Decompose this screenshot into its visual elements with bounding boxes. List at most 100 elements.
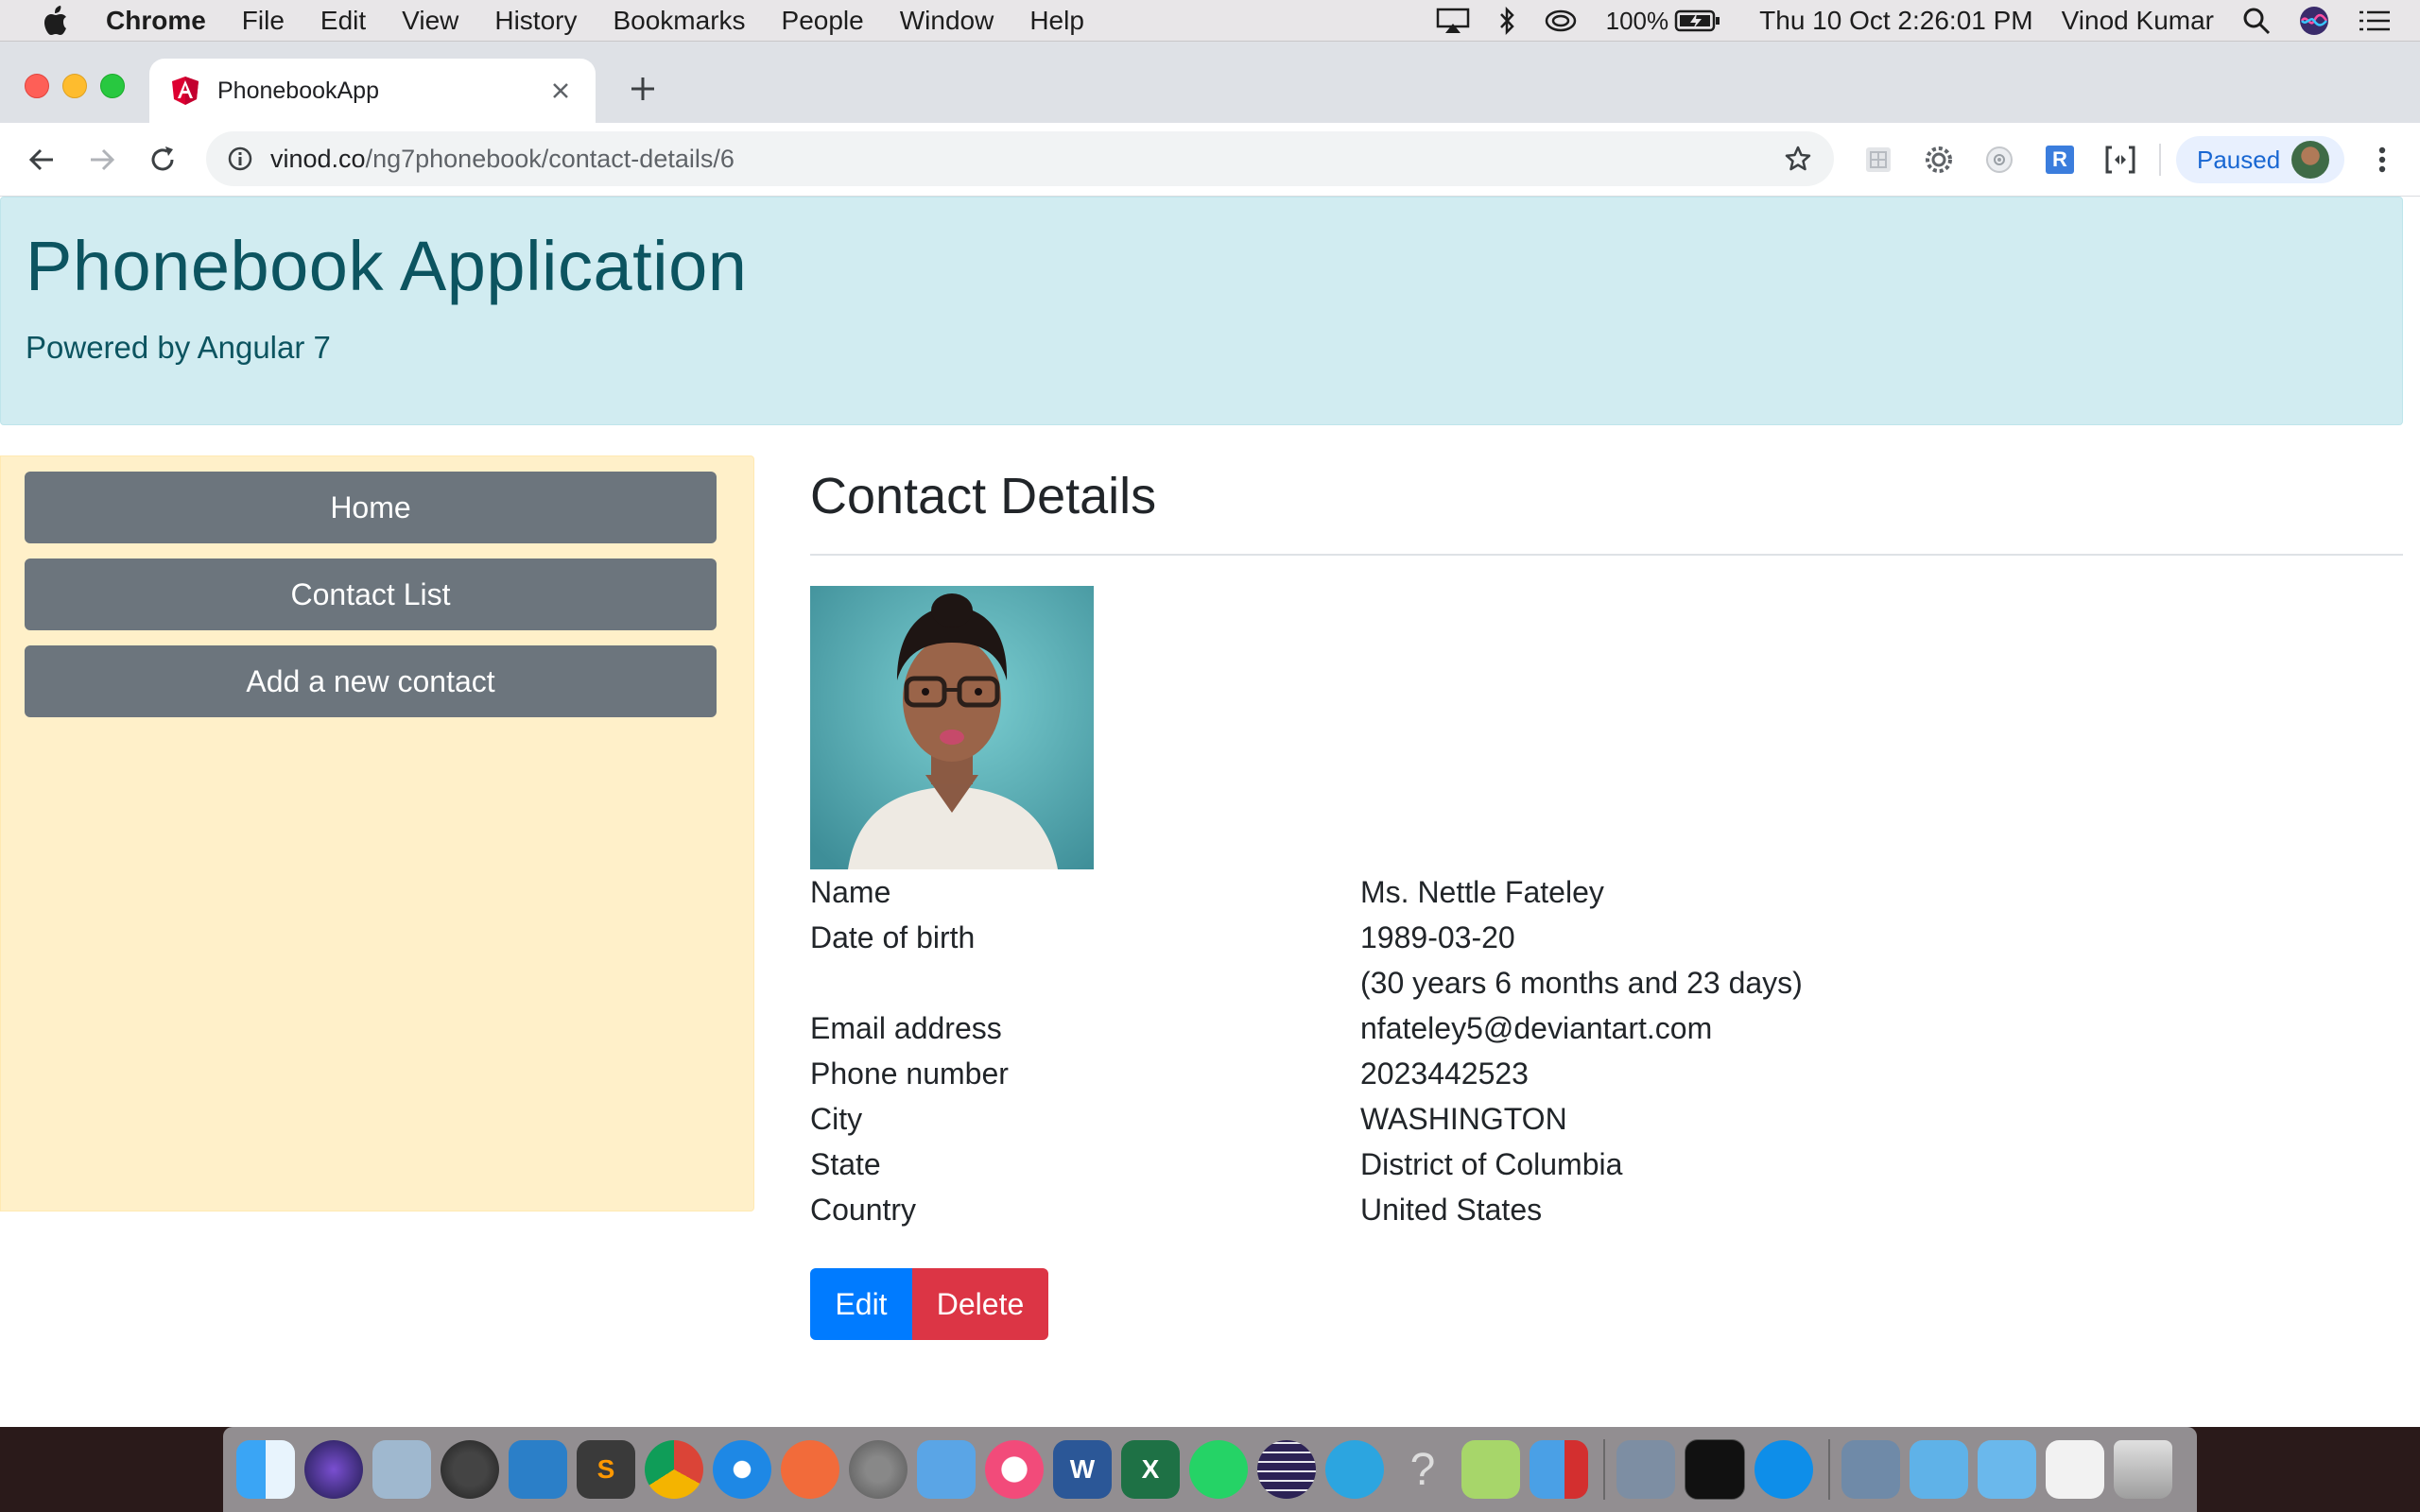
bookmark-star-icon[interactable]	[1779, 145, 1817, 173]
field-value-email: nfateley5@deviantart.com	[1360, 1011, 1713, 1045]
parallels-icon[interactable]	[1530, 1440, 1588, 1499]
delete-button[interactable]: Delete	[912, 1268, 1048, 1340]
battery-icon[interactable]	[1674, 9, 1721, 33]
site-info-icon[interactable]	[225, 144, 255, 174]
teamviewer-icon[interactable]	[1754, 1440, 1813, 1499]
compass-icon[interactable]	[781, 1440, 839, 1499]
excel-icon[interactable]: X	[1121, 1440, 1180, 1499]
notification-center-icon[interactable]	[2358, 8, 2392, 34]
sublime-icon[interactable]: S	[577, 1440, 635, 1499]
sidebar-home-button[interactable]: Home	[25, 472, 717, 543]
address-bar[interactable]: vinod.co/ng7phonebook/contact-details/6	[206, 131, 1834, 186]
field-value-name: Ms. Nettle Fateley	[1360, 875, 1604, 909]
keynote-icon[interactable]	[917, 1440, 976, 1499]
macos-dock: S W X ?	[223, 1427, 2197, 1512]
menu-people[interactable]: People	[782, 6, 864, 36]
contact-photo	[810, 586, 1094, 869]
siri-icon[interactable]	[304, 1440, 363, 1499]
downloads-folder-icon[interactable]	[1910, 1440, 1968, 1499]
finder-icon[interactable]	[236, 1440, 295, 1499]
folder-icon[interactable]	[1841, 1440, 1900, 1499]
dock-separator-2	[1828, 1439, 1830, 1500]
extension-bracket-icon[interactable]	[2102, 142, 2138, 178]
tab-phonebookapp[interactable]: PhonebookApp	[149, 59, 596, 123]
extension-react-icon[interactable]	[1981, 142, 2017, 178]
url-path: /ng7phonebook/contact-details/6	[365, 144, 735, 173]
airplay-icon[interactable]	[1436, 8, 1470, 34]
menu-file[interactable]: File	[242, 6, 285, 36]
field-value-country: United States	[1360, 1193, 1543, 1227]
field-value-dob: 1989-03-20	[1360, 920, 1515, 954]
minimize-window-button[interactable]	[62, 74, 87, 98]
eclipse-icon[interactable]	[1257, 1440, 1316, 1499]
profile-paused-button[interactable]: Paused	[2176, 136, 2344, 183]
trash-icon[interactable]	[2114, 1440, 2172, 1499]
system-preferences-icon[interactable]	[849, 1440, 908, 1499]
field-value-state: District of Columbia	[1360, 1147, 1623, 1181]
itunes-icon[interactable]	[985, 1440, 1044, 1499]
preview-photos-icon[interactable]	[1616, 1440, 1675, 1499]
extension-grid-icon[interactable]	[1860, 142, 1896, 178]
heading-divider	[810, 554, 2403, 556]
dock-separator	[1603, 1439, 1605, 1500]
page-heading: Contact Details	[810, 468, 1157, 524]
extension-r-label: R	[2046, 146, 2074, 174]
field-label-email: Email address	[810, 1011, 1002, 1045]
back-button[interactable]	[21, 139, 62, 180]
sidebar-nav: Home Contact List Add a new contact	[0, 455, 754, 1211]
battery-percent: 100%	[1605, 6, 1669, 35]
sidebar-add-contact-button[interactable]: Add a new contact	[25, 645, 717, 717]
menu-help[interactable]: Help	[1029, 6, 1084, 36]
maximize-window-button[interactable]	[100, 74, 125, 98]
close-tab-icon[interactable]	[546, 77, 575, 105]
app-title: Phonebook Application	[26, 227, 748, 305]
field-label-city: City	[810, 1102, 863, 1136]
telegram-icon[interactable]	[1325, 1440, 1384, 1499]
bluetooth-icon[interactable]	[1498, 7, 1515, 35]
menu-window[interactable]: Window	[900, 6, 994, 36]
vscode-icon[interactable]	[509, 1440, 567, 1499]
new-tab-button[interactable]	[624, 70, 662, 108]
field-label-phone: Phone number	[810, 1057, 1009, 1091]
apple-menu-icon[interactable]	[36, 5, 74, 37]
menu-bookmarks[interactable]: Bookmarks	[613, 6, 745, 36]
close-window-button[interactable]	[25, 74, 49, 98]
menubar-clock[interactable]: Thu 10 Oct 2:26:01 PM	[1759, 6, 2033, 36]
menu-history[interactable]: History	[494, 6, 577, 36]
url-text[interactable]: vinod.co/ng7phonebook/contact-details/6	[270, 145, 1779, 174]
angular-favicon-icon	[170, 75, 200, 107]
menubar-status-area: 100% Thu 10 Oct 2:26:01 PM Vinod Kumar	[1436, 0, 2420, 42]
sidebar-contact-list-button[interactable]: Contact List	[25, 558, 717, 630]
field-label-dob: Date of birth	[810, 920, 976, 954]
safari-icon[interactable]	[713, 1440, 771, 1499]
reload-button[interactable]	[142, 139, 183, 180]
siri-menubar-icon[interactable]	[2299, 6, 2329, 36]
menubar-user[interactable]: Vinod Kumar	[2062, 6, 2214, 36]
tab-strip: PhonebookApp	[0, 42, 2420, 123]
url-host: vinod.co	[270, 144, 366, 173]
terminal-icon[interactable]	[1685, 1439, 1745, 1500]
applications-folder-icon[interactable]	[1978, 1440, 2036, 1499]
browser-toolbar: vinod.co/ng7phonebook/contact-details/6 …	[0, 123, 2420, 197]
preview-icon[interactable]	[372, 1440, 431, 1499]
app-subtitle: Powered by Angular 7	[26, 330, 331, 365]
spotlight-icon[interactable]	[2242, 7, 2271, 35]
quicktime-icon[interactable]	[441, 1440, 499, 1499]
documents-icon[interactable]	[2046, 1440, 2104, 1499]
forward-button[interactable]	[81, 139, 123, 180]
whatsapp-icon[interactable]	[1189, 1440, 1248, 1499]
notes-icon[interactable]	[1461, 1440, 1520, 1499]
edit-button[interactable]: Edit	[810, 1268, 912, 1340]
word-icon[interactable]: W	[1053, 1440, 1112, 1499]
help-icon[interactable]: ?	[1393, 1440, 1452, 1499]
extension-r-icon[interactable]: R	[2042, 142, 2078, 178]
chrome-icon[interactable]	[645, 1440, 703, 1499]
extension-gear-icon[interactable]	[1921, 142, 1957, 178]
menu-edit[interactable]: Edit	[320, 6, 366, 36]
menu-app-name[interactable]: Chrome	[106, 6, 206, 36]
wifi-sync-icon[interactable]	[1544, 8, 1578, 34]
browser-menu-icon[interactable]	[2361, 139, 2403, 180]
menu-view[interactable]: View	[402, 6, 458, 36]
field-value-age: (30 years 6 months and 23 days)	[1360, 966, 1803, 1000]
macos-menubar: Chrome File Edit View History Bookmarks …	[0, 0, 2420, 42]
